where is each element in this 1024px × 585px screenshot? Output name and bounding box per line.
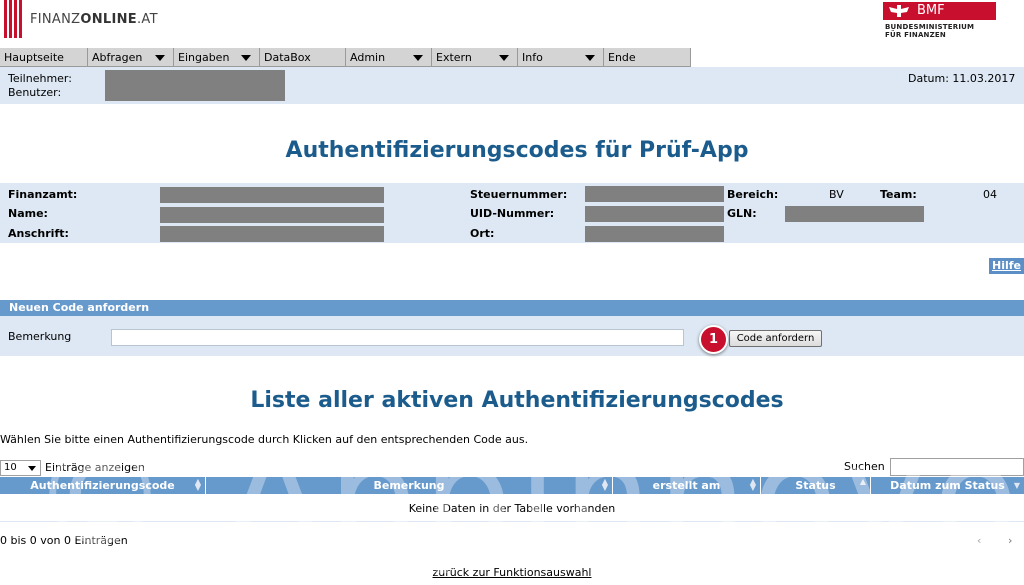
back-to-functions-link[interactable]: zurück zur Funktionsauswahl	[433, 566, 592, 579]
chevron-down-icon	[585, 55, 595, 61]
redacted-anschrift	[160, 226, 384, 242]
benutzer-label: Benutzer:	[8, 86, 62, 99]
next-page-button[interactable]: ›	[1008, 534, 1012, 547]
new-code-form: Bemerkung Code anfordern 1	[0, 316, 1024, 356]
table-body: Keine Daten in der Tabelle vorhanden	[0, 494, 1024, 522]
menu-hauptseite[interactable]: Hauptseite	[0, 48, 88, 67]
bereich-value: BV	[829, 188, 844, 201]
list-title: Liste aller aktiven Authentifizierungsco…	[250, 388, 784, 413]
column-bemerkung[interactable]: Bemerkung ▲ ▼	[206, 477, 613, 494]
team-label: Team:	[880, 188, 917, 201]
table-info: 0 bis 0 von 0 Einträgen	[0, 534, 128, 547]
table-header: Authentifizierungscode ▲ ▼ Bemerkung ▲ ▼ ers…	[0, 477, 1024, 494]
eagle-emblem-icon	[889, 5, 909, 17]
redacted-steuernummer	[585, 186, 724, 202]
chevron-down-icon	[241, 55, 251, 61]
redacted-name	[160, 207, 384, 223]
entries-label: Einträge anzeigen	[45, 461, 145, 474]
name-label: Name:	[8, 207, 48, 220]
redacted-gln	[785, 206, 924, 222]
bmf-logo: BMF BUNDESMINISTERIUM FÜR FINANZEN	[883, 2, 998, 39]
redacted-finanzamt	[160, 187, 384, 203]
chevron-down-icon	[28, 466, 36, 471]
sort-icon: ▲ ▼	[601, 477, 608, 492]
column-datum-zum-status[interactable]: Datum zum Status ▼	[871, 477, 1024, 494]
user-info-bar: Teilnehmer: Benutzer: Datum: 11.03.2017	[0, 67, 1024, 104]
taxpayer-details: Finanzamt: Name: Anschrift: Steuernummer…	[0, 183, 1024, 243]
menu-abfragen[interactable]: Abfragen	[88, 48, 174, 67]
finanzonline-logo[interactable]: FINANZONLINE.AT	[30, 12, 158, 27]
bemerkung-label: Bemerkung	[8, 330, 72, 343]
sort-asc-icon: ▲	[859, 477, 866, 486]
column-erstellt-am[interactable]: erstellt am ▲ ▼	[613, 477, 761, 494]
chevron-down-icon	[499, 55, 509, 61]
redacted-uid	[585, 206, 724, 222]
gln-label: GLN:	[727, 207, 757, 220]
uid-label: UID-Nummer:	[470, 207, 555, 220]
ort-label: Ort:	[470, 227, 495, 240]
menu-extern[interactable]: Extern	[432, 48, 518, 67]
code-anfordern-button[interactable]: Code anfordern	[729, 330, 822, 347]
header: FINANZONLINE.AT BMF BUNDESMINISTERIUM FÜ…	[0, 0, 1024, 47]
instruction-text: Wählen Sie bitte einen Authentifizierung…	[0, 433, 529, 446]
column-authentifizierungscode[interactable]: Authentifizierungscode ▲ ▼	[0, 477, 206, 494]
search-label: Suchen	[844, 460, 885, 473]
sort-icon: ▲ ▼	[749, 477, 756, 492]
page-title: Authentifizierungscodes für Prüf-App	[285, 138, 749, 163]
teilnehmer-label: Teilnehmer:	[8, 72, 72, 85]
section-header-new-code: Neuen Code anfordern	[0, 300, 1024, 316]
menu-info[interactable]: Info	[518, 48, 604, 67]
sort-icon: ▼	[1013, 481, 1020, 490]
redacted-user	[105, 70, 285, 101]
menu-ende[interactable]: Ende	[604, 48, 691, 67]
step-marker-badge: 1	[699, 325, 728, 354]
main-menu: Hauptseite Abfragen Eingaben DataBox Adm…	[0, 48, 1024, 67]
empty-table-message: Keine Daten in der Tabelle vorhanden	[408, 502, 616, 515]
steuernummer-label: Steuernummer:	[470, 188, 568, 201]
sort-icon: ▲ ▼	[194, 477, 201, 492]
team-value: 04	[983, 188, 997, 201]
column-status[interactable]: Status ▲	[761, 477, 871, 494]
finanzamt-label: Finanzamt:	[8, 188, 78, 201]
finanzonline-logo-bars	[4, 0, 26, 38]
redacted-ort	[585, 226, 724, 242]
anschrift-label: Anschrift:	[8, 227, 69, 240]
date-display: Datum: 11.03.2017	[908, 72, 1016, 85]
menu-admin[interactable]: Admin	[346, 48, 432, 67]
search-input[interactable]	[890, 458, 1024, 476]
previous-page-button[interactable]: ‹	[977, 534, 981, 547]
bmf-label: BMF	[917, 3, 945, 18]
menu-databox[interactable]: DataBox	[260, 48, 346, 67]
entries-per-page-select[interactable]: 10	[0, 460, 41, 476]
menu-eingaben[interactable]: Eingaben	[174, 48, 260, 67]
help-link[interactable]: Hilfe	[989, 258, 1024, 274]
chevron-down-icon	[413, 55, 423, 61]
bemerkung-input[interactable]	[111, 329, 684, 346]
bereich-label: Bereich:	[727, 188, 779, 201]
chevron-down-icon	[155, 55, 165, 61]
